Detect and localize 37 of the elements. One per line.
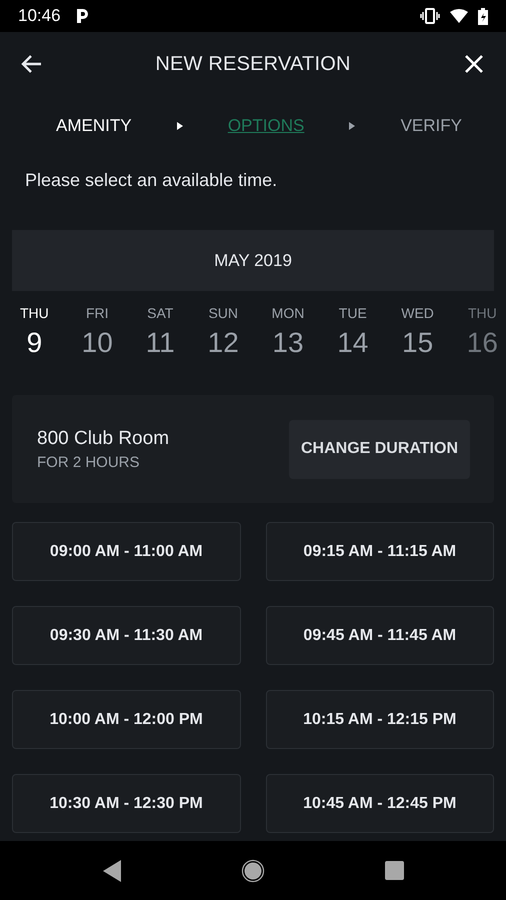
date-item[interactable]: THU 16	[466, 305, 498, 375]
time-slot-button[interactable]: 09:15 AM - 11:15 AM	[266, 522, 494, 581]
wifi-icon	[450, 9, 468, 23]
date-item[interactable]: FRI 10	[82, 305, 113, 375]
amenity-name: 800 Club Room	[37, 428, 170, 450]
recents-nav-icon[interactable]	[384, 861, 404, 880]
time-slot-button[interactable]: 09:30 AM - 11:30 AM	[12, 606, 240, 665]
time-slot-button[interactable]: 09:45 AM - 11:45 AM	[266, 606, 494, 665]
date-item[interactable]: TUE 14	[337, 305, 368, 375]
date-item[interactable]: WED 15	[401, 305, 434, 375]
time-slot-button[interactable]: 10:00 AM - 12:00 PM	[12, 690, 240, 749]
parking-icon	[74, 8, 89, 24]
duration-label: FOR 2 HOURS	[37, 454, 141, 470]
close-icon	[464, 54, 484, 74]
date-item[interactable]: MON 13	[272, 305, 304, 375]
date-item[interactable]: SAT 11	[146, 305, 175, 375]
home-nav-icon[interactable]	[240, 858, 264, 882]
screen-title: NEW RESERVATION	[155, 52, 351, 76]
step-label: AMENITY	[56, 116, 132, 136]
time-slot-button[interactable]: 10:45 AM - 12:45 PM	[266, 774, 494, 833]
back-arrow-icon	[20, 54, 42, 74]
time-slot-button[interactable]: 09:00 AM - 11:00 AM	[12, 522, 240, 581]
step-label: VERIFY	[400, 116, 462, 136]
instruction-text: Please select an available time.	[24, 169, 278, 192]
month-label: MAY 2019	[214, 250, 292, 270]
date-item[interactable]: THU 9	[20, 305, 49, 375]
step-arrow-icon	[349, 122, 356, 130]
status-time: 10:46	[18, 6, 61, 26]
change-duration-button[interactable]: CHANGE DURATION	[288, 420, 470, 478]
vibrate-icon	[420, 8, 440, 24]
step-label: OPTIONS	[228, 116, 304, 136]
date-item[interactable]: SUN 12	[208, 305, 239, 375]
time-slot-button[interactable]: 10:30 AM - 12:30 PM	[12, 774, 240, 833]
time-slot-button[interactable]: 10:15 AM - 12:15 PM	[266, 690, 494, 749]
back-nav-icon[interactable]	[102, 860, 120, 882]
step-arrow-icon	[176, 122, 183, 130]
battery-icon	[478, 8, 488, 24]
